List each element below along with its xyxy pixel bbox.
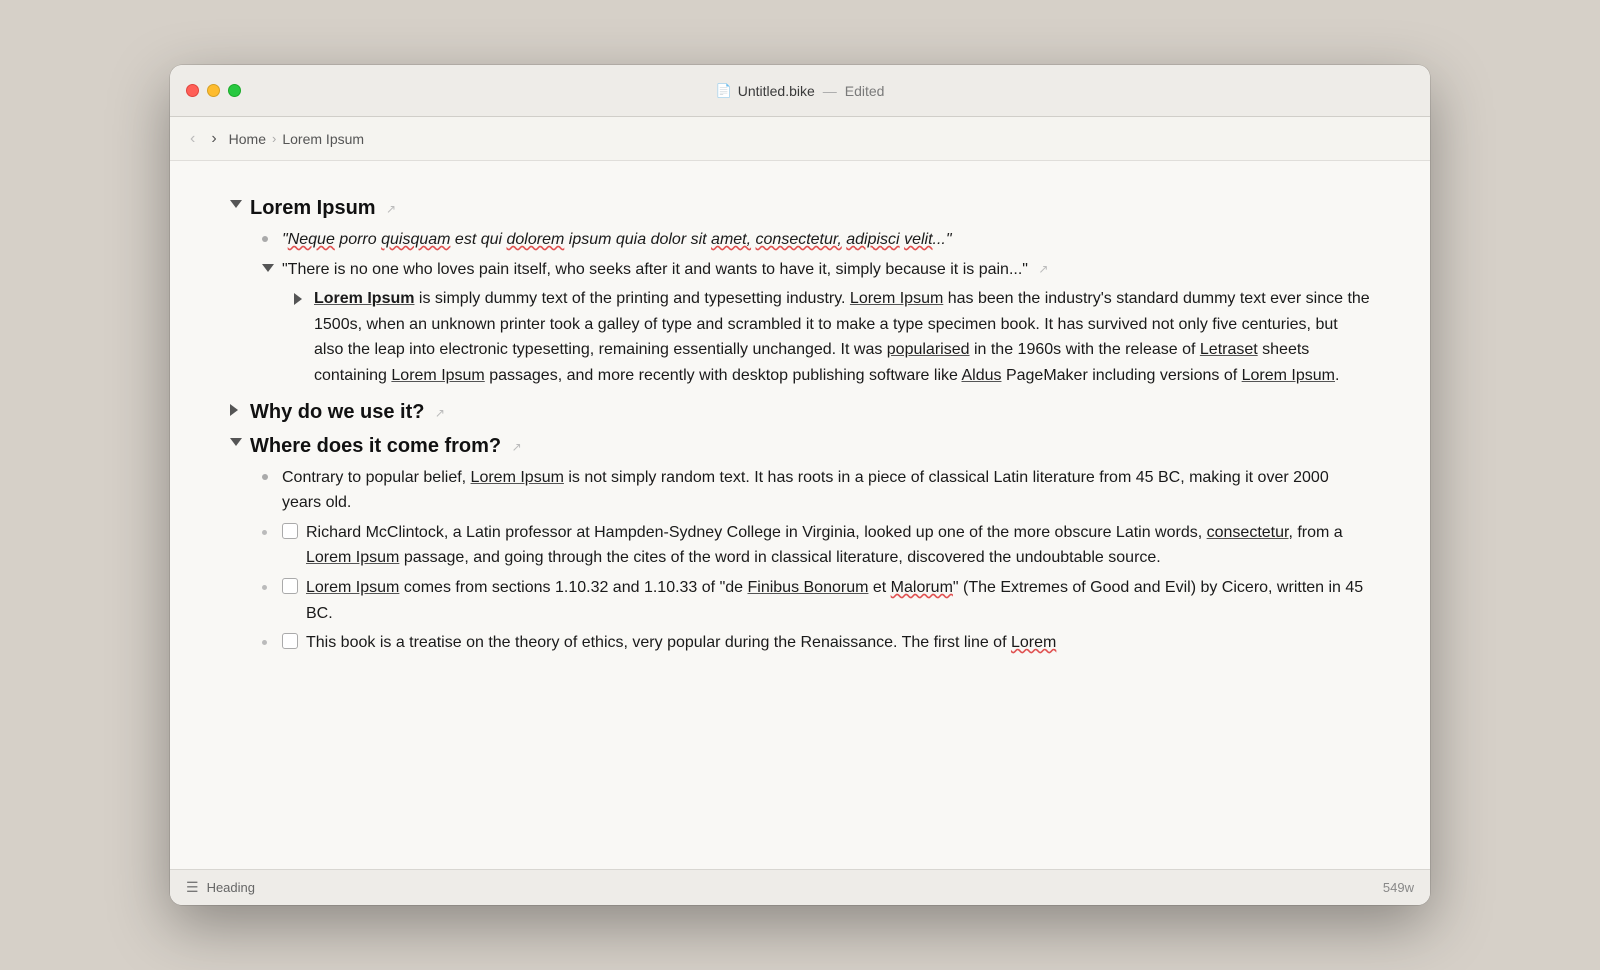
checkbox[interactable] — [282, 633, 298, 649]
titlebar-center: 📄 Untitled.bike — Edited — [716, 83, 885, 99]
list-item: This book is a treatise on the theory of… — [230, 630, 1370, 658]
expand-toggle[interactable] — [230, 397, 250, 416]
back-button[interactable]: ‹ — [186, 129, 199, 149]
minimize-button[interactable] — [207, 84, 220, 97]
statusbar: ☰ Heading 549w — [170, 869, 1430, 905]
statusbar-node-type: Heading — [207, 880, 1383, 895]
list-item: Lorem Ipsum ↗ — [230, 193, 1370, 225]
heading-text: Where does it come from? — [250, 435, 501, 457]
breadcrumb-separator: › — [272, 131, 276, 146]
spellcheck-link: Finibus Bonorum — [747, 579, 868, 596]
checkbox-item: Richard McClintock, a Latin professor at… — [282, 520, 1370, 571]
checkbox-text: Richard McClintock, a Latin professor at… — [306, 520, 1370, 571]
hover-arrow-icon: ↗ — [512, 440, 522, 454]
row-content[interactable]: Contrary to popular belief, Lorem Ipsum … — [282, 465, 1370, 518]
link-text: Lorem Ipsum — [1242, 367, 1335, 384]
list-item: Lorem Ipsum comes from sections 1.10.32 … — [230, 575, 1370, 628]
spellcheck-link-letraset: Letraset — [1200, 341, 1258, 358]
checkbox[interactable] — [282, 523, 298, 539]
row-content[interactable]: This book is a treatise on the theory of… — [282, 630, 1370, 658]
link-text: Lorem Ipsum — [471, 469, 564, 486]
bullet-icon[interactable] — [262, 530, 267, 535]
breadcrumb-home[interactable]: Home — [229, 131, 266, 147]
spellcheck-link: consectetur — [1207, 524, 1289, 541]
expand-toggle[interactable] — [262, 257, 282, 272]
hover-arrow-icon: ↗ — [435, 406, 445, 420]
bullet-handle[interactable] — [262, 227, 282, 242]
toolbar: ‹ › Home › Lorem Ipsum — [170, 117, 1430, 161]
list-item: Contrary to popular belief, Lorem Ipsum … — [230, 465, 1370, 518]
bullet-icon[interactable] — [262, 236, 268, 242]
list-item: Where does it come from? ↗ — [230, 431, 1370, 463]
row-content[interactable]: Where does it come from? ↗ — [250, 431, 1370, 463]
row-content[interactable]: "Neque porro quisquam est qui dolorem ip… — [282, 227, 1370, 255]
row-content[interactable]: Lorem Ipsum is simply dummy text of the … — [314, 286, 1370, 390]
bullet-icon[interactable] — [262, 474, 268, 480]
bullet-handle[interactable] — [262, 575, 282, 590]
spellcheck-text: Lorem — [1011, 634, 1056, 651]
app-window: 📄 Untitled.bike — Edited ‹ › Home › Lore… — [170, 65, 1430, 905]
heading-text: Lorem Ipsum — [250, 197, 376, 219]
list-item: "There is no one who loves pain itself, … — [230, 257, 1370, 285]
titlebar-separator: — — [823, 83, 837, 99]
maximize-button[interactable] — [228, 84, 241, 97]
spellcheck-link-aldus: Aldus — [961, 367, 1001, 384]
row-content[interactable]: Why do we use it? ↗ — [250, 397, 1370, 429]
hover-arrow-icon: ↗ — [1038, 262, 1048, 276]
triangle-expanded-icon[interactable] — [230, 200, 242, 208]
hover-arrow-icon: ↗ — [386, 202, 396, 216]
bullet-handle[interactable] — [262, 520, 282, 535]
row-content[interactable]: Lorem Ipsum comes from sections 1.10.32 … — [282, 575, 1370, 628]
list-item: Lorem Ipsum is simply dummy text of the … — [230, 286, 1370, 390]
checkbox[interactable] — [282, 578, 298, 594]
breadcrumb-lorem-ipsum[interactable]: Lorem Ipsum — [282, 131, 364, 147]
list-item: Why do we use it? ↗ — [230, 397, 1370, 429]
statusbar-icon: ☰ — [186, 879, 199, 896]
triangle-expanded-icon[interactable] — [262, 264, 274, 272]
list-item: Richard McClintock, a Latin professor at… — [230, 520, 1370, 573]
bullet-handle[interactable] — [262, 465, 282, 480]
bullet-icon[interactable] — [262, 585, 267, 590]
triangle-collapsed-icon[interactable] — [230, 404, 238, 416]
expand-toggle[interactable] — [294, 286, 314, 305]
row-content[interactable]: "There is no one who loves pain itself, … — [282, 257, 1370, 285]
italic-text: "Neque porro quisquam est qui dolorem ip… — [282, 231, 952, 248]
heading-text: Why do we use it? — [250, 401, 424, 423]
bold-link: Lorem Ipsum — [314, 290, 414, 307]
checkbox-text: This book is a treatise on the theory of… — [306, 630, 1056, 656]
titlebar-filename: Untitled.bike — [738, 83, 815, 99]
list-item: "Neque porro quisquam est qui dolorem ip… — [230, 227, 1370, 255]
link-text: Lorem Ipsum — [306, 549, 399, 566]
expand-toggle[interactable] — [230, 431, 250, 446]
content-area[interactable]: Lorem Ipsum ↗ "Neque porro quisquam est … — [170, 161, 1430, 869]
breadcrumb: Home › Lorem Ipsum — [229, 131, 364, 147]
traffic-lights — [186, 84, 241, 97]
expand-toggle[interactable] — [230, 193, 250, 208]
triangle-expanded-icon[interactable] — [230, 438, 242, 446]
checkbox-text: Lorem Ipsum comes from sections 1.10.32 … — [306, 575, 1370, 626]
statusbar-wordcount: 549w — [1383, 880, 1414, 895]
spellcheck-text: Malorum — [891, 579, 953, 596]
close-button[interactable] — [186, 84, 199, 97]
document-icon: 📄 — [716, 83, 732, 99]
bullet-icon[interactable] — [262, 640, 267, 645]
link-text: Lorem Ipsum — [850, 290, 943, 307]
bullet-handle[interactable] — [262, 630, 282, 645]
titlebar-edited: Edited — [845, 83, 885, 99]
paragraph-text: Contrary to popular belief, Lorem Ipsum … — [282, 469, 1329, 512]
row-content[interactable]: Richard McClintock, a Latin professor at… — [282, 520, 1370, 573]
checkbox-item: This book is a treatise on the theory of… — [282, 630, 1370, 656]
titlebar: 📄 Untitled.bike — Edited — [170, 65, 1430, 117]
normal-text: "There is no one who loves pain itself, … — [282, 261, 1028, 278]
checkbox-item: Lorem Ipsum comes from sections 1.10.32 … — [282, 575, 1370, 626]
row-content[interactable]: Lorem Ipsum ↗ — [250, 193, 1370, 225]
spellcheck-link: popularised — [887, 341, 970, 358]
link-text: Lorem Ipsum — [391, 367, 484, 384]
paragraph-text: Lorem Ipsum is simply dummy text of the … — [314, 290, 1370, 384]
forward-button[interactable]: › — [207, 129, 220, 149]
link-text: Lorem Ipsum — [306, 579, 399, 596]
triangle-collapsed-icon[interactable] — [294, 293, 302, 305]
